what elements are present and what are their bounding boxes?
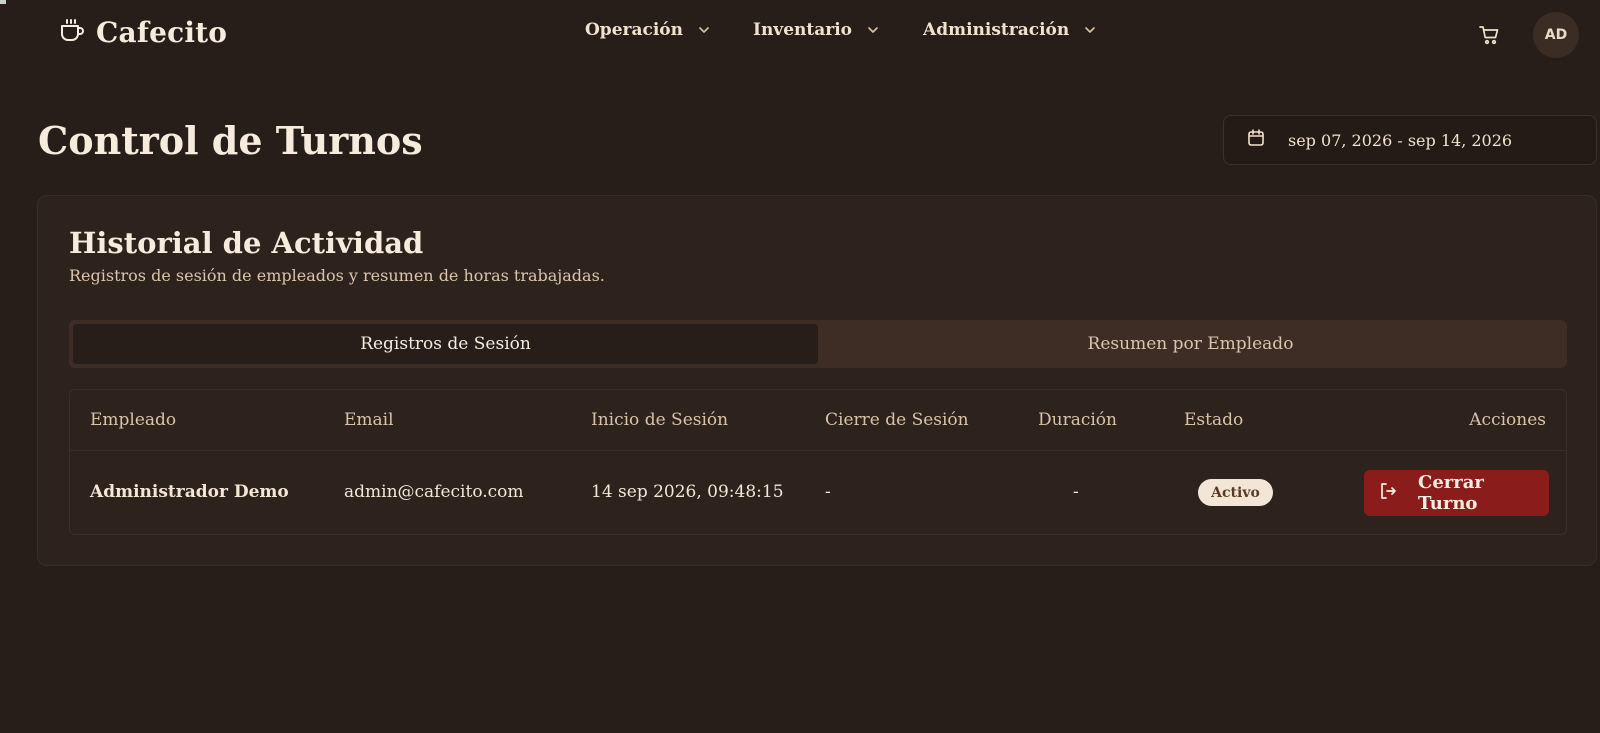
column-header-duration[interactable]: Duración <box>1038 410 1117 430</box>
tab-session-records[interactable]: Registros de Sesión <box>73 324 818 364</box>
main-nav: Operación Inventario Administración <box>585 20 1113 40</box>
column-header-start[interactable]: Inicio de Sesión <box>591 410 728 430</box>
page-title: Control de Turnos <box>38 118 423 163</box>
close-shift-label: Cerrar Turno <box>1418 472 1484 514</box>
tab-employee-summary[interactable]: Resumen por Empleado <box>818 324 1563 364</box>
cell-email: admin@cafecito.com <box>344 482 524 502</box>
nav-item-label: Inventario <box>753 20 852 40</box>
nav-item-label: Administración <box>923 20 1070 40</box>
card-subtitle: Registros de sesión de empleados y resum… <box>69 266 605 285</box>
top-navigation: Cafecito Operación Inventario Administra… <box>0 0 1600 72</box>
column-header-status[interactable]: Estado <box>1184 410 1243 430</box>
cell-start: 14 sep 2026, 09:48:15 <box>591 482 784 502</box>
table-header: Empleado Email Inicio de Sesión Cierre d… <box>70 390 1566 451</box>
coffee-cup-icon <box>58 17 86 49</box>
date-range-value: sep 07, 2026 - sep 14, 2026 <box>1288 130 1513 150</box>
date-range-picker[interactable]: sep 07, 2026 - sep 14, 2026 <box>1223 115 1597 165</box>
status-badge: Activo <box>1198 479 1273 506</box>
card-title: Historial de Actividad <box>69 226 424 260</box>
calendar-icon <box>1246 128 1266 152</box>
column-header-email[interactable]: Email <box>344 410 394 430</box>
table-row: Administrador Demo admin@cafecito.com 14… <box>70 451 1566 535</box>
shopping-cart-icon[interactable] <box>1478 24 1500 46</box>
sessions-table: Empleado Email Inicio de Sesión Cierre d… <box>69 389 1567 535</box>
brand[interactable]: Cafecito <box>58 16 227 49</box>
brand-name: Cafecito <box>96 16 228 49</box>
chevron-down-icon <box>1083 23 1097 37</box>
tab-list: Registros de Sesión Resumen por Empleado <box>69 320 1567 368</box>
column-header-employee[interactable]: Empleado <box>90 410 176 430</box>
nav-item-administracion[interactable]: Administración <box>923 20 1113 40</box>
cell-duration: - <box>1073 482 1079 502</box>
cell-employee: Administrador Demo <box>90 482 289 502</box>
avatar[interactable]: AD <box>1533 12 1579 58</box>
nav-item-label: Operación <box>585 20 683 40</box>
nav-item-operacion[interactable]: Operación <box>585 20 753 40</box>
column-header-actions: Acciones <box>1469 410 1546 430</box>
cell-end: - <box>825 482 831 502</box>
logout-icon <box>1378 481 1398 506</box>
close-shift-button[interactable]: Cerrar Turno <box>1364 470 1549 516</box>
chevron-down-icon <box>866 23 880 37</box>
nav-item-inventario[interactable]: Inventario <box>753 20 923 40</box>
activity-history-card: Historial de Actividad Registros de sesi… <box>37 195 1597 566</box>
chevron-down-icon <box>697 23 711 37</box>
column-header-end[interactable]: Cierre de Sesión <box>825 410 969 430</box>
